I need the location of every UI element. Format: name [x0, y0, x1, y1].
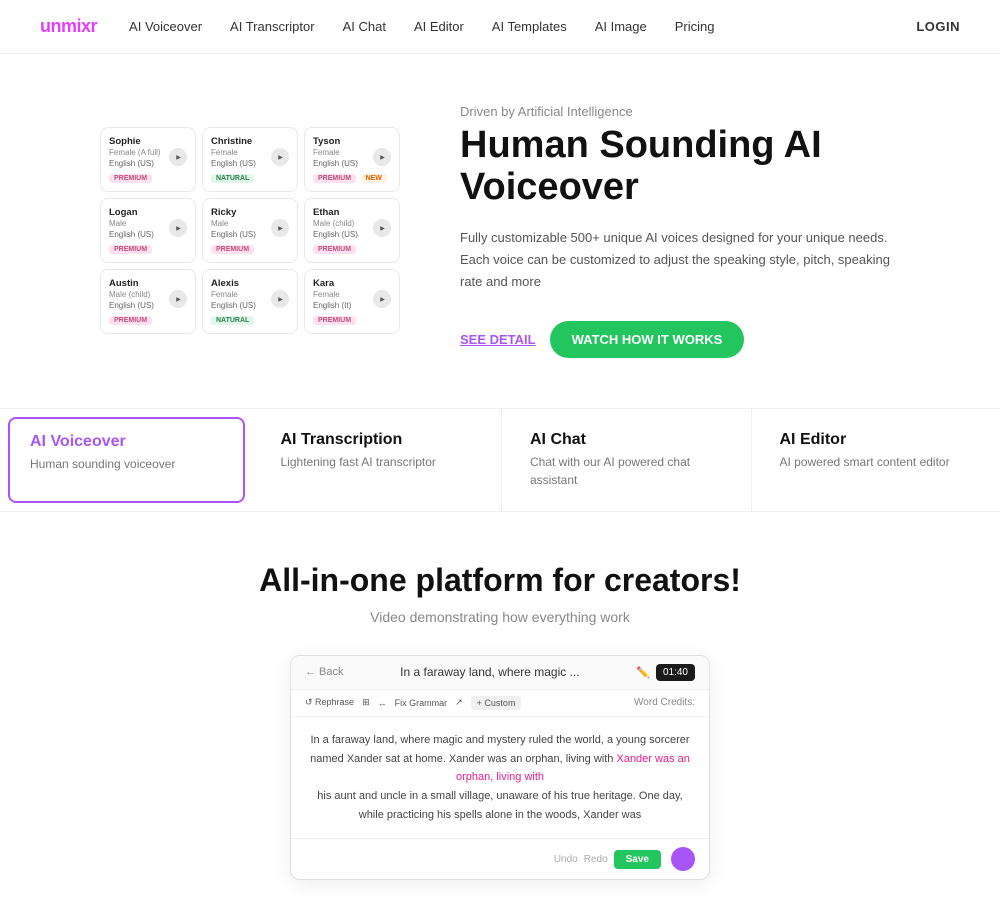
nav-link-pricing[interactable]: Pricing: [675, 19, 715, 34]
undo-button[interactable]: Undo: [554, 854, 578, 865]
feature-title: AI Voiceover: [30, 433, 223, 451]
voice-name: Logan: [109, 207, 187, 218]
voice-tag: PREMIUM: [313, 174, 356, 183]
allinone-title: All-in-one platform for creators!: [40, 562, 960, 599]
nav-link-chat[interactable]: AI Chat: [343, 19, 386, 34]
demo-toolbar: ↺ Rephrase ⊞ ↔ Fix Grammar ↗ + Custom Wo…: [291, 690, 709, 717]
features-tabs: AI Voiceover Human sounding voiceover AI…: [0, 409, 1000, 511]
see-detail-button[interactable]: SEE DETAIL: [460, 332, 536, 347]
voice-name: Christine: [211, 136, 289, 147]
tab-ai-chat[interactable]: AI Chat Chat with our AI powered chat as…: [502, 409, 752, 511]
toolbar-left: ↺ Rephrase ⊞ ↔ Fix Grammar ↗ + Custom: [305, 696, 521, 710]
voice-grid: Sophie Female (A full) English (US) PREM…: [100, 127, 400, 334]
hero-description: Fully customizable 500+ unique AI voices…: [460, 227, 900, 293]
demo-title: In a faraway land, where magic ...: [400, 665, 579, 679]
voice-name: Sophie: [109, 136, 187, 147]
voice-card-logan[interactable]: Logan Male English (US) PREMIUM: [100, 198, 196, 263]
voice-card-sophie[interactable]: Sophie Female (A full) English (US) PREM…: [100, 127, 196, 192]
share-button[interactable]: ↗: [455, 697, 463, 708]
hero-buttons: SEE DETAIL WATCH HOW IT WORKS: [460, 321, 900, 358]
voice-tag: PREMIUM: [109, 174, 152, 183]
hero-section: Sophie Female (A full) English (US) PREM…: [0, 54, 1000, 398]
voice-name: Kara: [313, 278, 391, 289]
voice-card-ricky[interactable]: Ricky Male English (US) PREMIUM: [202, 198, 298, 263]
allinone-subtitle: Video demonstrating how everything work: [40, 609, 960, 625]
voice-card-ethan[interactable]: Ethan Male (child) English (US) PREMIUM: [304, 198, 400, 263]
voice-name: Ethan: [313, 207, 391, 218]
voice-tag: PREMIUM: [313, 245, 356, 254]
toolbar-right: Word Credits:: [634, 697, 695, 708]
watch-how-it-works-button[interactable]: WATCH HOW IT WORKS: [550, 321, 745, 358]
logo-text: unmixr: [40, 16, 97, 36]
voice-tag-new: NEW: [361, 174, 387, 183]
fix-grammar-button[interactable]: Fix Grammar: [395, 698, 448, 708]
feature-desc: Lightening fast AI transcriptor: [281, 453, 474, 471]
voice-name: Tyson: [313, 136, 391, 147]
feature-desc: Chat with our AI powered chat assistant: [530, 453, 723, 489]
edit-icon[interactable]: ✏️: [636, 666, 650, 679]
voice-card-alexis[interactable]: Alexis Female English (US) NATURAL: [202, 269, 298, 334]
feature-title: AI Chat: [530, 431, 723, 449]
voice-tag: PREMIUM: [109, 316, 152, 325]
voice-tag: PREMIUM: [211, 245, 254, 254]
hero-text: Driven by Artificial Intelligence Human …: [460, 104, 900, 358]
allinone-section: All-in-one platform for creators! Video …: [0, 512, 1000, 910]
tab-ai-editor[interactable]: AI Editor AI powered smart content edito…: [752, 409, 1000, 511]
hero-title: Human Sounding AI Voiceover: [460, 125, 900, 209]
demo-content: In a faraway land, where magic and myste…: [291, 717, 709, 838]
demo-back-button[interactable]: ← Back: [305, 666, 344, 678]
navbar: unmixr AI Voiceover AI Transcriptor AI C…: [0, 0, 1000, 54]
nav-links: AI Voiceover AI Transcriptor AI Chat AI …: [129, 19, 714, 34]
save-button[interactable]: Save: [614, 850, 661, 869]
voice-name: Austin: [109, 278, 187, 289]
login-button[interactable]: LOGIN: [916, 19, 960, 34]
navbar-left: unmixr AI Voiceover AI Transcriptor AI C…: [40, 16, 715, 37]
feature-desc: AI powered smart content editor: [780, 453, 973, 471]
expand-button[interactable]: ↔: [378, 698, 387, 708]
voice-name: Ricky: [211, 207, 289, 218]
demo-actions: Undo Redo Save: [291, 838, 709, 879]
logo[interactable]: unmixr: [40, 16, 97, 37]
nav-link-voiceover[interactable]: AI Voiceover: [129, 19, 202, 34]
feature-title: AI Transcription: [281, 431, 474, 449]
feature-desc: Human sounding voiceover: [30, 455, 223, 473]
demo-timer: 01:40: [656, 664, 695, 681]
rephrase-button[interactable]: ↺ Rephrase: [305, 697, 354, 708]
hero-driven: Driven by Artificial Intelligence: [460, 104, 900, 119]
demo-header: ← Back In a faraway land, where magic ..…: [291, 656, 709, 690]
voice-card-christine[interactable]: Christine Female English (US) NATURAL: [202, 127, 298, 192]
voice-tag: PREMIUM: [313, 316, 356, 325]
format-button[interactable]: ⊞: [362, 697, 370, 708]
tab-ai-voiceover[interactable]: AI Voiceover Human sounding voiceover: [8, 417, 245, 503]
word-credits-label: Word Credits:: [634, 697, 695, 708]
nav-link-image[interactable]: AI Image: [595, 19, 647, 34]
voice-card-tyson[interactable]: Tyson Female English (US) PREMIUM NEW: [304, 127, 400, 192]
custom-button[interactable]: + Custom: [471, 696, 522, 710]
voice-name: Alexis: [211, 278, 289, 289]
voice-tag: PREMIUM: [109, 245, 152, 254]
content-text-3: his aunt and uncle in a small village, u…: [317, 790, 682, 821]
demo-box: ← Back In a faraway land, where magic ..…: [290, 655, 710, 880]
features-section: AI Voiceover Human sounding voiceover AI…: [0, 408, 1000, 512]
voice-card-austin[interactable]: Austin Male (child) English (US) PREMIUM: [100, 269, 196, 334]
feature-title: AI Editor: [780, 431, 973, 449]
tab-ai-transcription[interactable]: AI Transcription Lightening fast AI tran…: [253, 409, 503, 511]
voice-card-kara[interactable]: Kara Female English (It) PREMIUM: [304, 269, 400, 334]
user-avatar: [671, 847, 695, 871]
voice-tag: NATURAL: [211, 316, 254, 325]
nav-link-templates[interactable]: AI Templates: [492, 19, 567, 34]
redo-button[interactable]: Redo: [584, 854, 608, 865]
nav-link-transcriptor[interactable]: AI Transcriptor: [230, 19, 315, 34]
nav-link-editor[interactable]: AI Editor: [414, 19, 464, 34]
voice-tag: NATURAL: [211, 174, 254, 183]
